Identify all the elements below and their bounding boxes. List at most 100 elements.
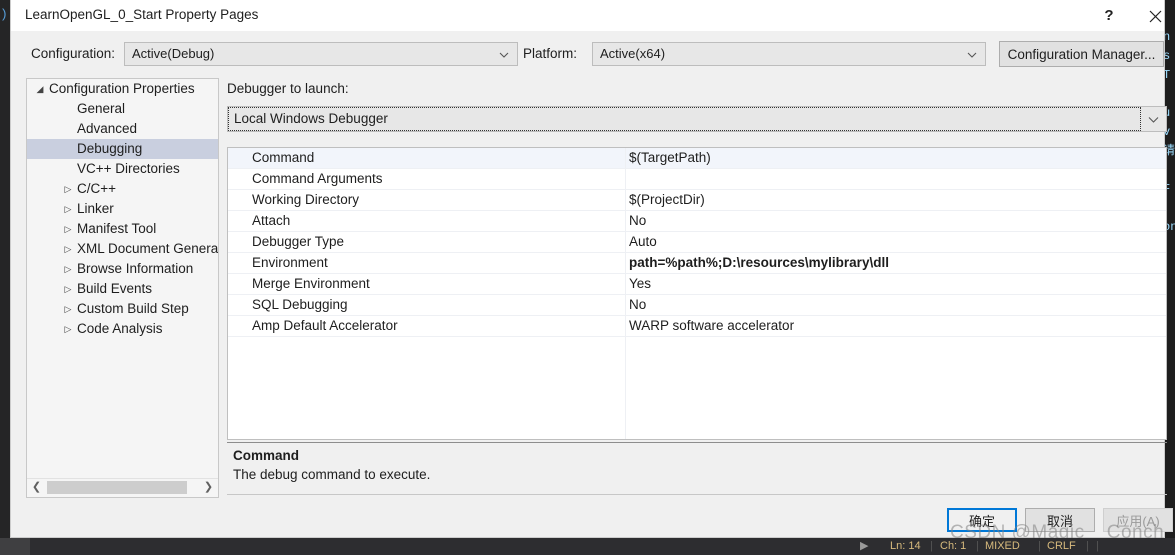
vs-left-margin: ) xyxy=(0,0,10,555)
status-separator: | xyxy=(1096,540,1099,552)
dialog-title: LearnOpenGL_0_Start Property Pages xyxy=(25,7,259,22)
property-name: Command Arguments xyxy=(252,171,383,186)
sidebar-item-c-c[interactable]: ▷ C/C++ xyxy=(27,179,218,199)
platform-value: Active(x64) xyxy=(600,46,666,61)
vs-status-bar: ▶ Ln: 14 | Ch: 1 | MIXED | CRLF | | xyxy=(0,538,1175,555)
sidebar-item-label: C/C++ xyxy=(77,181,117,196)
footer-separator xyxy=(227,494,1167,495)
debugger-to-launch-dropdown[interactable]: Local Windows Debugger xyxy=(227,106,1167,132)
sidebar-item-label: Browse Information xyxy=(77,261,194,276)
sidebar-item-label: General xyxy=(77,101,126,116)
sidebar-item-label: VC++ Directories xyxy=(77,161,180,176)
property-grid[interactable]: Command $(TargetPath) Command Arguments Wor… xyxy=(227,147,1167,440)
status-line: Ln: 14 xyxy=(890,540,921,552)
ok-button[interactable]: 确定 xyxy=(947,508,1017,532)
sidebar-item-label: Configuration Properties xyxy=(49,81,195,96)
property-value[interactable]: $(TargetPath) xyxy=(629,148,711,168)
property-row[interactable]: Environment path=%path%;D:\resources\myli… xyxy=(228,253,1166,274)
property-row[interactable]: Command $(TargetPath) xyxy=(228,148,1166,169)
expander-closed-icon[interactable]: ▷ xyxy=(61,199,75,219)
property-name: Amp Default Accelerator xyxy=(252,318,398,333)
sidebar-item-code-analysis[interactable]: ▷ Code Analysis xyxy=(27,319,218,339)
property-name: Merge Environment xyxy=(252,276,370,291)
property-name: SQL Debugging xyxy=(252,297,348,312)
chevron-down-icon xyxy=(499,52,509,58)
tree-horizontal-scrollbar[interactable]: ❮ ❯ xyxy=(27,478,218,497)
chevron-down-icon xyxy=(1148,117,1159,123)
status-scroll-block xyxy=(0,538,30,555)
property-value[interactable]: No xyxy=(629,211,646,231)
expander-open-icon[interactable]: ◢ xyxy=(33,79,47,99)
debugger-combo-field[interactable]: Local Windows Debugger xyxy=(228,107,1141,131)
property-value[interactable]: WARP software accelerator xyxy=(629,316,794,336)
sidebar-item-label: Linker xyxy=(77,201,114,216)
status-char: Ch: 1 xyxy=(940,540,967,552)
configuration-properties-tree: ◢ Configuration Properties General Advanced… xyxy=(26,78,219,498)
property-row[interactable]: Amp Default Accelerator WARP software acc… xyxy=(228,316,1166,337)
property-row[interactable]: Working Directory $(ProjectDir) xyxy=(228,190,1166,211)
expander-closed-icon[interactable]: ▷ xyxy=(61,239,75,259)
sidebar-item-general[interactable]: General xyxy=(27,99,218,119)
sidebar-item-build-events[interactable]: ▷ Build Events xyxy=(27,279,218,299)
expander-closed-icon[interactable]: ▷ xyxy=(61,319,75,339)
help-button[interactable]: ? xyxy=(1087,0,1131,31)
chevron-down-icon xyxy=(967,52,977,58)
property-value[interactable]: path=%path%;D:\resources\mylibrary\dll xyxy=(629,253,889,273)
sidebar-item-debugging[interactable]: Debugging xyxy=(27,139,218,159)
status-separator: | xyxy=(976,540,979,552)
sidebar-item-browse-information[interactable]: ▷ Browse Information xyxy=(27,259,218,279)
run-glyph-icon: ▶ xyxy=(860,540,869,552)
status-eol: CRLF xyxy=(1047,540,1076,552)
property-value[interactable]: No xyxy=(629,295,646,315)
scroll-left-icon[interactable]: ❮ xyxy=(28,479,45,496)
expander-closed-icon[interactable]: ▷ xyxy=(61,279,75,299)
property-row[interactable]: SQL Debugging No xyxy=(228,295,1166,316)
close-button[interactable] xyxy=(1133,0,1175,31)
expander-closed-icon[interactable]: ▷ xyxy=(61,179,75,199)
expander-closed-icon[interactable]: ▷ xyxy=(61,219,75,239)
property-name: Debugger Type xyxy=(252,234,345,249)
property-grid-rows: Command $(TargetPath) Command Arguments Wor… xyxy=(228,148,1166,337)
apply-button[interactable]: 应用(A) xyxy=(1103,508,1173,532)
platform-label: Platform: xyxy=(523,46,578,61)
configuration-value: Active(Debug) xyxy=(132,46,215,61)
description-separator xyxy=(227,442,1167,443)
expander-closed-icon[interactable]: ▷ xyxy=(61,259,75,279)
sidebar-item-label: Build Events xyxy=(77,281,153,296)
close-icon xyxy=(1149,10,1161,23)
property-value[interactable]: $(ProjectDir) xyxy=(629,190,705,210)
description-title: Command xyxy=(233,448,300,463)
platform-dropdown[interactable]: Active(x64) xyxy=(592,42,986,66)
sidebar-item-linker[interactable]: ▷ Linker xyxy=(27,199,218,219)
property-value[interactable]: Auto xyxy=(629,232,657,252)
debugger-to-launch-label: Debugger to launch: xyxy=(227,81,349,96)
tree-scroll-area: ◢ Configuration Properties General Advanced… xyxy=(27,79,218,479)
configuration-dropdown[interactable]: Active(Debug) xyxy=(124,42,518,66)
description-text: The debug command to execute. xyxy=(233,467,431,482)
property-row[interactable]: Attach No xyxy=(228,211,1166,232)
sidebar-item-label: Manifest Tool xyxy=(77,221,157,236)
property-row[interactable]: Debugger Type Auto xyxy=(228,232,1166,253)
sidebar-item-configuration-properties[interactable]: ◢ Configuration Properties xyxy=(27,79,218,99)
property-name: Environment xyxy=(252,255,328,270)
sidebar-item-vc-directories[interactable]: VC++ Directories xyxy=(27,159,218,179)
scroll-right-icon[interactable]: ❯ xyxy=(200,479,217,496)
status-separator: | xyxy=(1038,540,1041,552)
status-separator: | xyxy=(930,540,933,552)
expander-closed-icon[interactable]: ▷ xyxy=(61,299,75,319)
sidebar-item-advanced[interactable]: Advanced xyxy=(27,119,218,139)
cancel-button[interactable]: 取消 xyxy=(1025,508,1095,532)
property-row[interactable]: Command Arguments xyxy=(228,169,1166,190)
property-row[interactable]: Merge Environment Yes xyxy=(228,274,1166,295)
configuration-manager-button[interactable]: Configuration Manager... xyxy=(999,41,1164,67)
property-pages-dialog: LearnOpenGL_0_Start Property Pages ? Con… xyxy=(10,0,1173,538)
grid-column-divider[interactable] xyxy=(625,148,626,439)
dialog-title-bar: LearnOpenGL_0_Start Property Pages ? xyxy=(11,0,1164,31)
property-value[interactable]: Yes xyxy=(629,274,651,294)
sidebar-item-xml-document-generat[interactable]: ▷ XML Document Generat xyxy=(27,239,218,259)
debugger-selected-value: Local Windows Debugger xyxy=(234,111,388,126)
scrollbar-thumb[interactable] xyxy=(47,481,187,494)
sidebar-item-custom-build-step[interactable]: ▷ Custom Build Step xyxy=(27,299,218,319)
sidebar-item-manifest-tool[interactable]: ▷ Manifest Tool xyxy=(27,219,218,239)
property-name: Attach xyxy=(252,213,291,228)
